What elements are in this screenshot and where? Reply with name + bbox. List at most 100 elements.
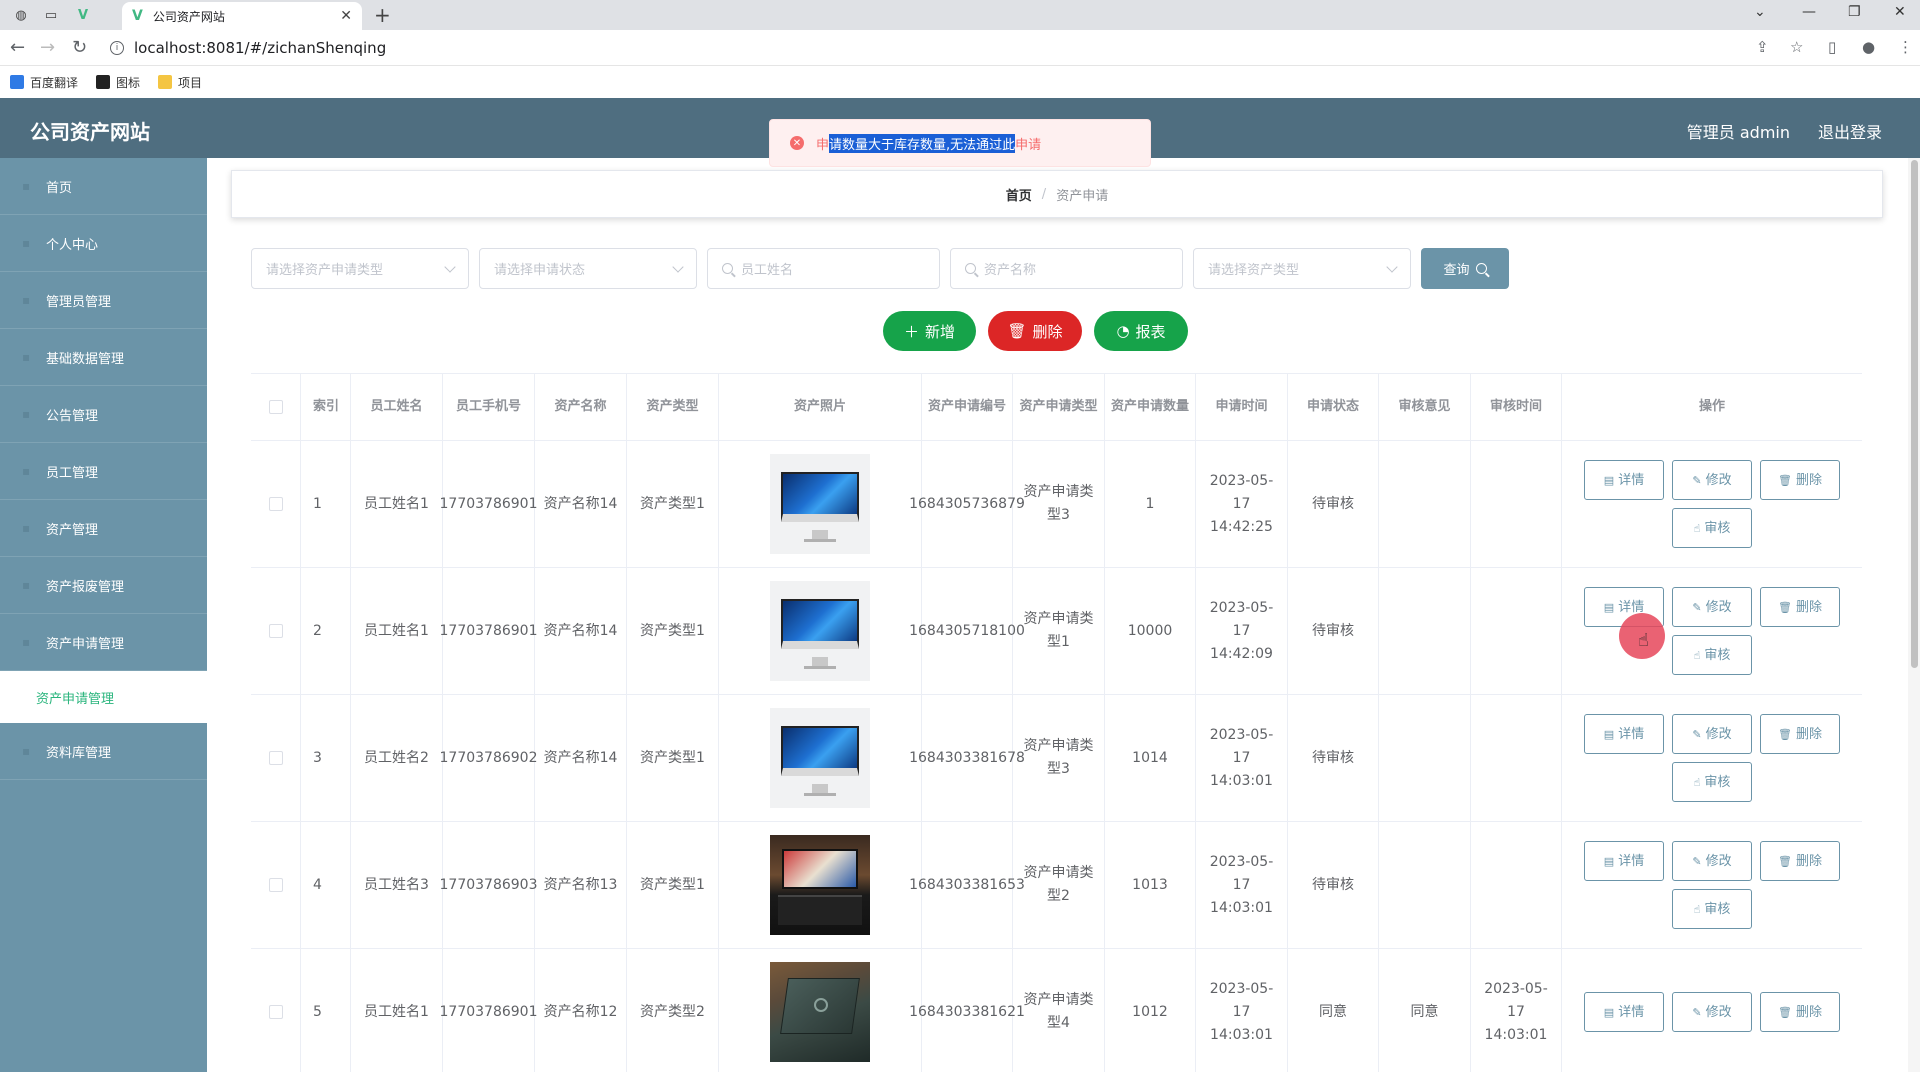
sidebar-item-staff[interactable]: ▪ 员工管理	[0, 443, 207, 500]
delete-button[interactable]: 🗑 删除	[1760, 992, 1840, 1032]
asset-photo[interactable]	[770, 835, 870, 935]
active-tab[interactable]: V 公司资产网站 ✕	[122, 2, 362, 30]
folder-icon	[158, 75, 173, 89]
detail-button[interactable]: ▤ 详情	[1584, 714, 1664, 754]
edit-button[interactable]: ✎ 修改	[1672, 460, 1752, 500]
apply-status-select[interactable]: 请选择申请状态	[479, 248, 697, 289]
row-checkbox-cell	[251, 441, 301, 567]
asset-photo[interactable]	[770, 581, 870, 681]
staff-name-input[interactable]: 员工姓名	[707, 248, 940, 289]
new-tab-icon[interactable]: +	[374, 3, 391, 27]
delete-button[interactable]: 🗑 删除	[1760, 460, 1840, 500]
info-icon[interactable]: i	[110, 41, 124, 55]
window-close-icon[interactable]: ✕	[1894, 4, 1906, 20]
edit-icon: ✎	[1692, 854, 1702, 868]
forward-icon[interactable]: →	[40, 37, 55, 58]
edit-button[interactable]: ✎ 修改	[1672, 992, 1752, 1032]
row-checkbox[interactable]	[268, 878, 283, 892]
audit-button[interactable]: ☝ 审核	[1672, 508, 1752, 548]
cell-actions: ▤ 详情 ✎ 修改 🗑 删除 ☝ 审核	[1562, 568, 1862, 694]
table-row: 1 员工姓名1 17703786901 资产名称14 资产类型1 168430573687…	[251, 441, 1862, 568]
detail-button[interactable]: ▤ 详情	[1584, 992, 1664, 1032]
edit-button[interactable]: ✎ 修改	[1672, 714, 1752, 754]
delete-button[interactable]: 🗑 删除	[1760, 714, 1840, 754]
bookmark-project[interactable]: 项目	[158, 74, 202, 91]
delete-button[interactable]: 🗑 删除	[1760, 841, 1840, 881]
asset-photo[interactable]	[770, 454, 870, 554]
row-checkbox[interactable]	[268, 751, 283, 765]
cell-apply-type: 资产申请类型2	[1013, 822, 1105, 948]
more-icon[interactable]: ⋮	[1898, 38, 1913, 56]
select-all-checkbox[interactable]	[268, 400, 283, 414]
logout-link[interactable]: 退出登录	[1818, 119, 1882, 143]
globe-icon[interactable]: ◍	[10, 5, 32, 25]
audit-button[interactable]: ☝ 审核	[1672, 889, 1752, 929]
cell-asset-photo	[719, 441, 922, 567]
sidebar-item-apply[interactable]: ▪ 资产申请管理	[0, 614, 207, 671]
breadcrumb: 首页 / 资产申请	[231, 170, 1883, 218]
cell-audit-opinion	[1379, 695, 1471, 821]
apply-type-placeholder: 请选择资产申请类型	[266, 263, 384, 278]
minimize-icon[interactable]: —	[1802, 4, 1816, 20]
cell-asset-type: 资产类型1	[627, 695, 719, 821]
breadcrumb-home[interactable]: 首页	[1006, 185, 1032, 204]
close-icon[interactable]: ✕	[340, 8, 352, 24]
sidebar-item-basedata[interactable]: ▪ 基础数据管理	[0, 329, 207, 386]
cell-staff-phone: 17703786901	[440, 949, 538, 1072]
report-button[interactable]: ◔ 报表	[1094, 311, 1188, 351]
cell-audit-time	[1471, 822, 1562, 948]
bookmark-icons[interactable]: 图标	[96, 74, 140, 91]
sidepanel-icon[interactable]: ▯	[1828, 38, 1836, 56]
delete-button[interactable]: 🗑 删除	[1760, 587, 1840, 627]
audit-button[interactable]: ☝ 审核	[1672, 635, 1752, 675]
page-scrollbar[interactable]	[1908, 158, 1920, 1072]
cell-apply-time: 2023-05-17 14:03:01	[1196, 695, 1288, 821]
restore-icon[interactable]: ❐	[1848, 4, 1861, 20]
row-checkbox[interactable]	[268, 624, 283, 638]
header-apply-status: 申请状态	[1288, 374, 1379, 440]
chevron-down-icon[interactable]: ⌄	[1754, 4, 1766, 20]
sidebar-item-scrap[interactable]: ▪ 资产报废管理	[0, 557, 207, 614]
reload-icon[interactable]: ↻	[72, 37, 87, 58]
detail-button[interactable]: ▤ 详情	[1584, 841, 1664, 881]
detail-button[interactable]: ▤ 详情	[1584, 460, 1664, 500]
url-field[interactable]: i localhost:8081/#/zichanShenqing	[110, 37, 386, 59]
sidebar-item-profile[interactable]: ▪ 个人中心	[0, 215, 207, 272]
sidebar-item-admins[interactable]: ▪ 管理员管理	[0, 272, 207, 329]
sidebar-item-assets[interactable]: ▪ 资产管理	[0, 500, 207, 557]
add-button[interactable]: ＋ 新增	[883, 311, 976, 351]
row-checkbox[interactable]	[268, 1005, 283, 1019]
apply-type-select[interactable]: 请选择资产申请类型	[251, 248, 469, 289]
sidebar-item-home[interactable]: ▪ 首页	[0, 158, 207, 215]
sidebar-item-label: 资产申请管理	[46, 636, 125, 652]
asset-photo[interactable]	[770, 962, 870, 1062]
profile-icon[interactable]: ●	[1862, 38, 1875, 56]
menu-icon: ▪	[22, 179, 31, 193]
plus-icon: ＋	[903, 322, 919, 341]
share-icon[interactable]: ⇪	[1756, 38, 1769, 56]
edit-button[interactable]: ✎ 修改	[1672, 587, 1752, 627]
asset-type-select[interactable]: 请选择资产类型	[1193, 248, 1411, 289]
sidebar-subitem-apply[interactable]: 资产申请管理	[0, 671, 207, 723]
back-icon[interactable]: ←	[10, 37, 25, 58]
edit-button[interactable]: ✎ 修改	[1672, 841, 1752, 881]
batch-delete-button[interactable]: 🗑 删除	[988, 311, 1082, 351]
op-label: 删除	[1795, 472, 1822, 488]
star-icon[interactable]: ☆	[1790, 38, 1803, 56]
blank-tab-icon[interactable]: ▭	[40, 5, 62, 25]
query-button[interactable]: 查询	[1421, 248, 1509, 289]
sidebar-item-library[interactable]: ▪ 资料库管理	[0, 723, 207, 780]
row-checkbox[interactable]	[268, 497, 283, 511]
asset-name-input[interactable]: 资产名称	[950, 248, 1183, 289]
vue-tab-icon[interactable]: V	[72, 5, 94, 25]
cell-actions: ▤ 详情 ✎ 修改 🗑 删除	[1562, 949, 1862, 1072]
sidebar-item-notices[interactable]: ▪ 公告管理	[0, 386, 207, 443]
scrollbar-thumb[interactable]	[1911, 160, 1918, 668]
bookmark-baidu-translate[interactable]: 百度翻译	[10, 74, 78, 91]
asset-photo[interactable]	[770, 708, 870, 808]
audit-button[interactable]: ☝ 审核	[1672, 762, 1752, 802]
breadcrumb-separator: /	[1041, 186, 1047, 202]
cell-staff-name: 员工姓名3	[351, 822, 443, 948]
row-checkbox-cell	[251, 949, 301, 1072]
edit-icon: ✎	[1692, 473, 1702, 487]
